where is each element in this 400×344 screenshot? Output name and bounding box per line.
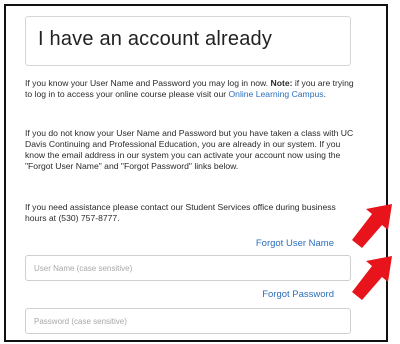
intro-paragraph-activate: If you do not know your User Name and Pa…: [25, 128, 354, 171]
title-box: I have an account already: [25, 16, 351, 66]
intro-text: If you know your User Name and Password …: [25, 78, 271, 88]
password-input[interactable]: [25, 308, 351, 334]
page-title: I have an account already: [38, 28, 273, 50]
username-input[interactable]: [25, 255, 351, 281]
forgot-username-link[interactable]: Forgot User Name: [256, 238, 334, 249]
intro-text-end: .: [323, 89, 326, 99]
intro-paragraph-assistance: If you need assistance please contact ou…: [25, 202, 336, 223]
intro-paragraph-login: If you know your User Name and Password …: [25, 78, 357, 100]
red-arrow-icon: [352, 256, 392, 300]
login-panel: I have an account already If you know yo…: [4, 4, 388, 342]
online-learning-campus-link[interactable]: Online Learning Campus: [229, 89, 324, 99]
red-arrow-icon: [352, 204, 392, 248]
forgot-password-link[interactable]: Forgot Password: [262, 289, 334, 300]
note-label: Note:: [270, 78, 293, 88]
